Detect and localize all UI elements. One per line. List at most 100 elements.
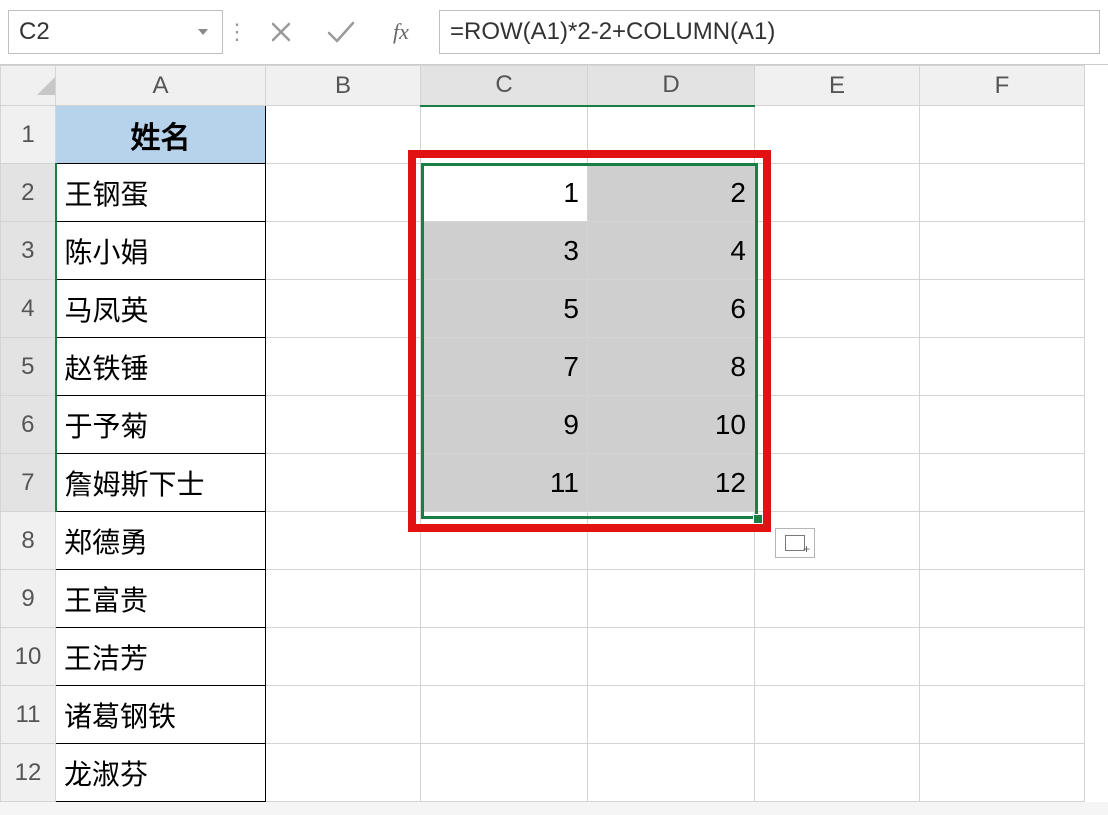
name-box-dropdown-icon[interactable]	[194, 25, 212, 39]
cell-F10[interactable]	[920, 628, 1085, 686]
cell-D3[interactable]: 4	[588, 222, 755, 280]
cell-C2[interactable]: 1	[421, 164, 588, 222]
cell-E3[interactable]	[755, 222, 920, 280]
cell-E10[interactable]	[755, 628, 920, 686]
cell-A7[interactable]: 詹姆斯下士	[56, 454, 266, 512]
cell-F8[interactable]	[920, 512, 1085, 570]
cell-B6[interactable]	[266, 396, 421, 454]
cell-B3[interactable]	[266, 222, 421, 280]
cell-D4[interactable]: 6	[588, 280, 755, 338]
cell-E2[interactable]	[755, 164, 920, 222]
cell-E1[interactable]	[755, 106, 920, 164]
row-header-5[interactable]: 5	[1, 338, 56, 396]
cell-C1[interactable]	[421, 106, 588, 164]
row-header-11[interactable]: 11	[1, 686, 56, 744]
cell-C12[interactable]	[421, 744, 588, 802]
row-header-4[interactable]: 4	[1, 280, 56, 338]
cell-A10[interactable]: 王洁芳	[56, 628, 266, 686]
cell-D11[interactable]	[588, 686, 755, 744]
cell-C8[interactable]	[421, 512, 588, 570]
cell-D10[interactable]	[588, 628, 755, 686]
row-header-7[interactable]: 7	[1, 454, 56, 512]
cell-A12[interactable]: 龙淑芬	[56, 744, 266, 802]
cell-B9[interactable]	[266, 570, 421, 628]
cell-D5[interactable]: 8	[588, 338, 755, 396]
cell-D1[interactable]	[588, 106, 755, 164]
cell-E9[interactable]	[755, 570, 920, 628]
cell-C7[interactable]: 11	[421, 454, 588, 512]
cell-E5[interactable]	[755, 338, 920, 396]
row-header-8[interactable]: 8	[1, 512, 56, 570]
cell-E7[interactable]	[755, 454, 920, 512]
row-header-9[interactable]: 9	[1, 570, 56, 628]
cell-C9[interactable]	[421, 570, 588, 628]
col-header-D[interactable]: D	[588, 66, 755, 106]
cell-D8[interactable]	[588, 512, 755, 570]
cell-C3[interactable]: 3	[421, 222, 588, 280]
cell-A4[interactable]: 马凤英	[56, 280, 266, 338]
cell-F4[interactable]	[920, 280, 1085, 338]
cell-D9[interactable]	[588, 570, 755, 628]
cell-B11[interactable]	[266, 686, 421, 744]
cell-D6[interactable]: 10	[588, 396, 755, 454]
cell-A11[interactable]: 诸葛钢铁	[56, 686, 266, 744]
row-header-1[interactable]: 1	[1, 106, 56, 164]
cell-F3[interactable]	[920, 222, 1085, 280]
fill-handle[interactable]	[753, 514, 763, 524]
cell-D7[interactable]: 12	[588, 454, 755, 512]
cell-F2[interactable]	[920, 164, 1085, 222]
cell-A6[interactable]: 于予菊	[56, 396, 266, 454]
cell-F11[interactable]	[920, 686, 1085, 744]
cell-F9[interactable]	[920, 570, 1085, 628]
cell-B12[interactable]	[266, 744, 421, 802]
cell-F1[interactable]	[920, 106, 1085, 164]
cancel-button[interactable]	[251, 10, 311, 54]
cell-E4[interactable]	[755, 280, 920, 338]
cell-C10[interactable]	[421, 628, 588, 686]
cell-B2[interactable]	[266, 164, 421, 222]
cell-E12[interactable]	[755, 744, 920, 802]
cell-C6[interactable]: 9	[421, 396, 588, 454]
name-box[interactable]: C2	[8, 10, 223, 54]
col-header-B[interactable]: B	[266, 66, 421, 106]
cell-F7[interactable]	[920, 454, 1085, 512]
row-header-6[interactable]: 6	[1, 396, 56, 454]
cell-A2[interactable]: 王钢蛋	[56, 164, 266, 222]
cell-D12[interactable]	[588, 744, 755, 802]
cell-F6[interactable]	[920, 396, 1085, 454]
row-header-10[interactable]: 10	[1, 628, 56, 686]
cell-B7[interactable]	[266, 454, 421, 512]
cell-C4[interactable]: 5	[421, 280, 588, 338]
cell-F12[interactable]	[920, 744, 1085, 802]
cell-B5[interactable]	[266, 338, 421, 396]
col-header-A[interactable]: A	[56, 66, 266, 106]
cell-E11[interactable]	[755, 686, 920, 744]
col-header-F[interactable]: F	[920, 66, 1085, 106]
cell-A1[interactable]: 姓名	[56, 106, 266, 164]
cell-A9[interactable]: 王富贵	[56, 570, 266, 628]
cell-C5[interactable]: 7	[421, 338, 588, 396]
cell-D2[interactable]: 2	[588, 164, 755, 222]
separator-icon: ⋮	[223, 19, 251, 45]
col-header-E[interactable]: E	[755, 66, 920, 106]
col-header-C[interactable]: C	[421, 66, 588, 106]
cell-A5[interactable]: 赵铁锤	[56, 338, 266, 396]
enter-button[interactable]	[311, 10, 371, 54]
cell-F5[interactable]	[920, 338, 1085, 396]
row-header-2[interactable]: 2	[1, 164, 56, 222]
formula-input[interactable]: =ROW(A1)*2-2+COLUMN(A1)	[439, 10, 1100, 54]
row-header-12[interactable]: 12	[1, 744, 56, 802]
cell-B1[interactable]	[266, 106, 421, 164]
row-header-3[interactable]: 3	[1, 222, 56, 280]
cell-B10[interactable]	[266, 628, 421, 686]
select-all-corner[interactable]	[1, 66, 56, 106]
autofill-options-button[interactable]: +	[775, 528, 815, 558]
fx-button[interactable]: fx	[371, 10, 431, 54]
cell-A8[interactable]: 郑德勇	[56, 512, 266, 570]
formula-value: =ROW(A1)*2-2+COLUMN(A1)	[450, 18, 775, 46]
cell-E6[interactable]	[755, 396, 920, 454]
cell-C11[interactable]	[421, 686, 588, 744]
cell-B4[interactable]	[266, 280, 421, 338]
cell-A3[interactable]: 陈小娟	[56, 222, 266, 280]
cell-B8[interactable]	[266, 512, 421, 570]
